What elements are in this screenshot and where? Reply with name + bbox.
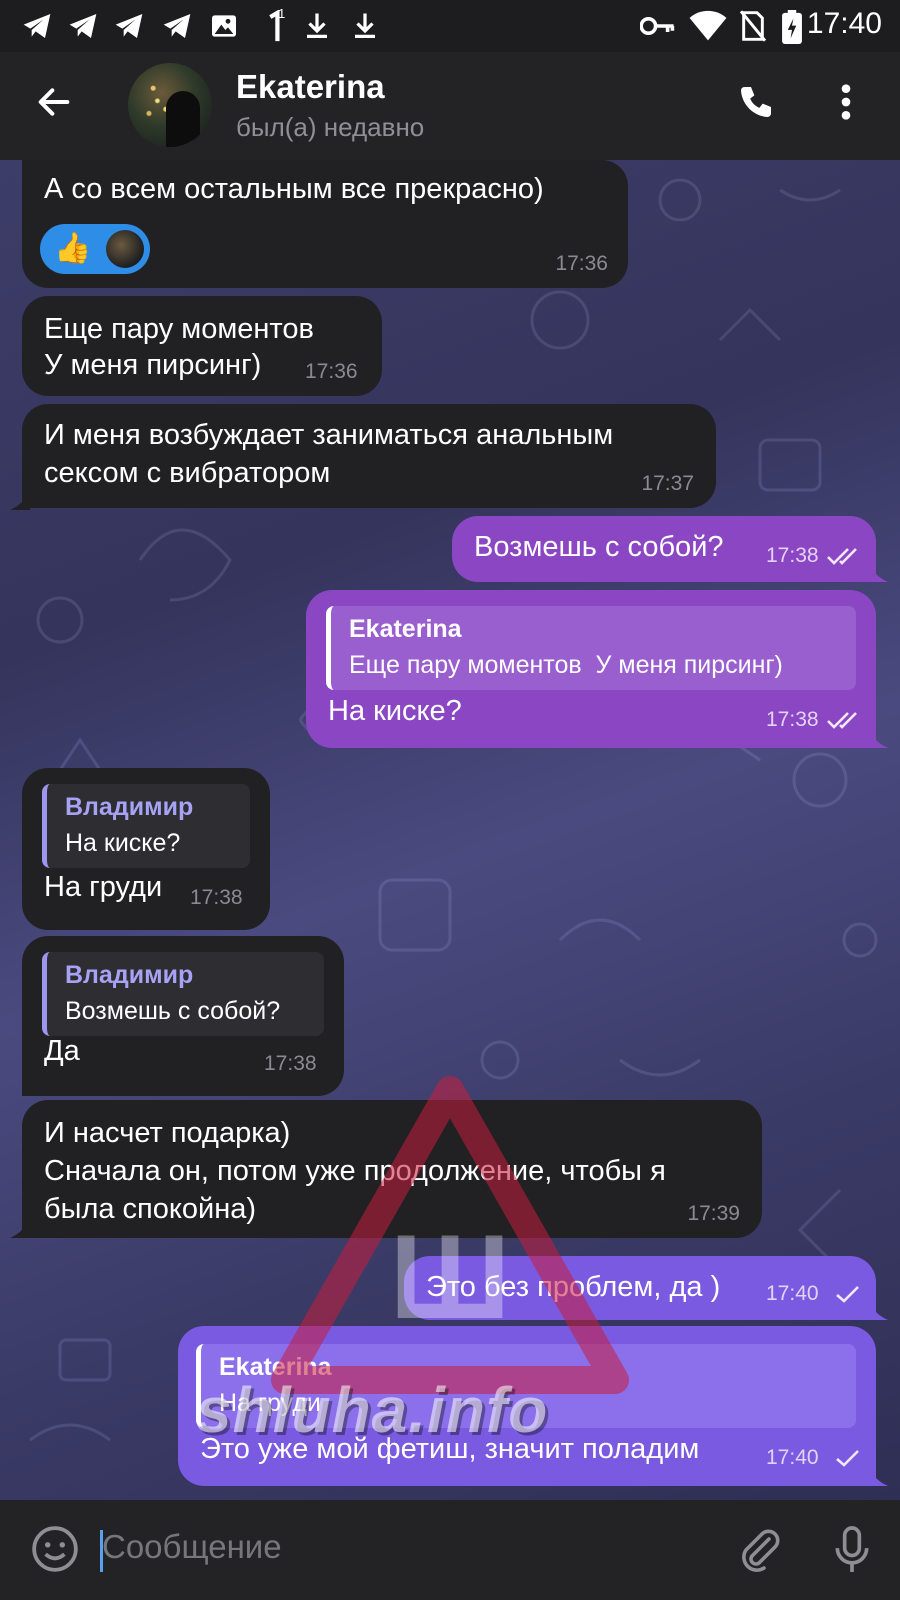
bubble-tail [868, 562, 888, 582]
sent-check-icon [836, 1450, 859, 1467]
reply-author: Владимир [65, 793, 194, 821]
battery-charging-icon [782, 10, 802, 44]
message-text: Еще пару моментов [44, 313, 314, 345]
reactor-avatar [106, 230, 144, 268]
message-time: 17:40 [766, 1446, 819, 1469]
message-text: Возмешь с собой? [474, 531, 724, 563]
reply-author: Ekaterina [219, 1353, 332, 1381]
incoming-message[interactable]: А со всем остальным все прекрасно) 👍 17:… [22, 160, 628, 288]
bubble-tail [868, 728, 888, 748]
phone-call-icon[interactable] [736, 82, 776, 122]
outgoing-message[interactable]: Ekaterina Еще пару моментов У меня пирси… [306, 590, 876, 748]
message-text: Да [44, 1035, 80, 1067]
reply-author: Ekaterina [349, 615, 462, 643]
message-text: На груди [44, 871, 163, 903]
message-time: 17:37 [641, 472, 694, 495]
no-sim-icon [739, 10, 767, 42]
emoji-icon[interactable] [30, 1524, 80, 1574]
reply-text: На груди [219, 1389, 321, 1417]
chat-header: Ekaterina был(а) недавно [0, 52, 900, 160]
message-text: сексом с вибратором [44, 457, 331, 489]
message-text: И насчет подарка) [44, 1117, 291, 1149]
incoming-message[interactable]: Владимир На киске? На груди 17:38 [22, 768, 270, 930]
number-one-icon [269, 10, 280, 42]
paperclip-icon[interactable] [736, 1526, 784, 1574]
bubble-tail [868, 1300, 888, 1320]
image-icon [212, 15, 236, 37]
incoming-message[interactable]: Еще пару моментов У меня пирсинг) 17:36 [22, 296, 382, 396]
reaction-emoji: 👍 [54, 232, 92, 265]
outgoing-message[interactable]: Возмешь с собой? 17:38 [452, 516, 876, 582]
outgoing-message[interactable]: Это без проблем, да ) 17:40 [404, 1256, 876, 1320]
message-time: 17:40 [766, 1282, 819, 1305]
reply-text: Возмешь с собой? [65, 997, 281, 1025]
message-text: Это уже мой фетиш, значит поладим [200, 1433, 700, 1465]
read-double-check-icon [827, 712, 857, 729]
reaction-chip[interactable]: 👍 [40, 224, 150, 274]
reply-author: Владимир [65, 961, 194, 989]
back-arrow-icon[interactable] [34, 82, 74, 122]
status-bar: 1 17:40 [0, 0, 900, 52]
bubble-tail [868, 1466, 888, 1486]
message-text: Сначала он, потом уже продолжение, чтобы… [44, 1155, 666, 1187]
message-time: 17:36 [555, 252, 608, 275]
reply-quote[interactable]: Ekaterina Еще пару моментов У меня пирси… [326, 606, 856, 690]
reply-text: Еще пару моментов У меня пирсинг) [349, 651, 783, 679]
reply-quote[interactable]: Владимир Возмешь с собой? [42, 952, 324, 1036]
wifi-icon [689, 10, 727, 41]
telegram-notification-icon [69, 14, 97, 38]
bubble-tail [10, 490, 30, 510]
telegram-notification-icon [23, 14, 51, 38]
notification-badge: 1 [278, 6, 286, 21]
message-text: А со всем остальным все прекрасно) [44, 173, 544, 205]
message-list[interactable]: А со всем остальным все прекрасно) 👍 17:… [0, 160, 900, 1500]
message-input[interactable]: Сообщение [102, 1528, 282, 1566]
message-text: Это без проблем, да ) [426, 1271, 721, 1303]
telegram-notification-icon [115, 14, 143, 38]
read-double-check-icon [827, 548, 857, 565]
download-icon [355, 13, 375, 38]
message-text: У меня пирсинг) [44, 349, 262, 381]
contact-name[interactable]: Ekaterina [236, 68, 385, 106]
message-time: 17:36 [305, 360, 358, 383]
message-time: 17:38 [766, 544, 819, 567]
message-text: И меня возбуждает заниматься анальным [44, 419, 614, 451]
telegram-notification-icon [163, 14, 191, 38]
message-composer: Сообщение [0, 1500, 900, 1600]
reply-text: На киске? [65, 829, 181, 857]
reply-quote[interactable]: Ekaterina На груди [196, 1344, 856, 1428]
message-text: была спокойна) [44, 1193, 257, 1225]
contact-avatar[interactable] [128, 63, 212, 147]
incoming-message[interactable]: Владимир Возмешь с собой? Да 17:38 [22, 936, 344, 1096]
bubble-tail [10, 1218, 30, 1238]
incoming-message[interactable]: И меня возбуждает заниматься анальным се… [22, 404, 716, 508]
reply-quote[interactable]: Владимир На киске? [42, 784, 250, 868]
outgoing-message[interactable]: Ekaterina На груди Это уже мой фетиш, зн… [178, 1326, 876, 1486]
message-time: 17:38 [766, 708, 819, 731]
clock: 17:40 [806, 7, 882, 40]
message-time: 17:39 [687, 1202, 740, 1225]
key-icon [640, 17, 675, 35]
more-options-icon[interactable] [838, 82, 854, 122]
message-text: На киске? [328, 695, 462, 727]
incoming-message[interactable]: И насчет подарка) Сначала он, потом уже … [22, 1100, 762, 1238]
message-time: 17:38 [264, 1052, 317, 1075]
message-time: 17:38 [190, 886, 243, 909]
contact-last-seen: был(а) недавно [236, 112, 425, 142]
microphone-icon[interactable] [830, 1524, 874, 1576]
sent-check-icon [836, 1286, 859, 1303]
download-icon [307, 13, 327, 38]
